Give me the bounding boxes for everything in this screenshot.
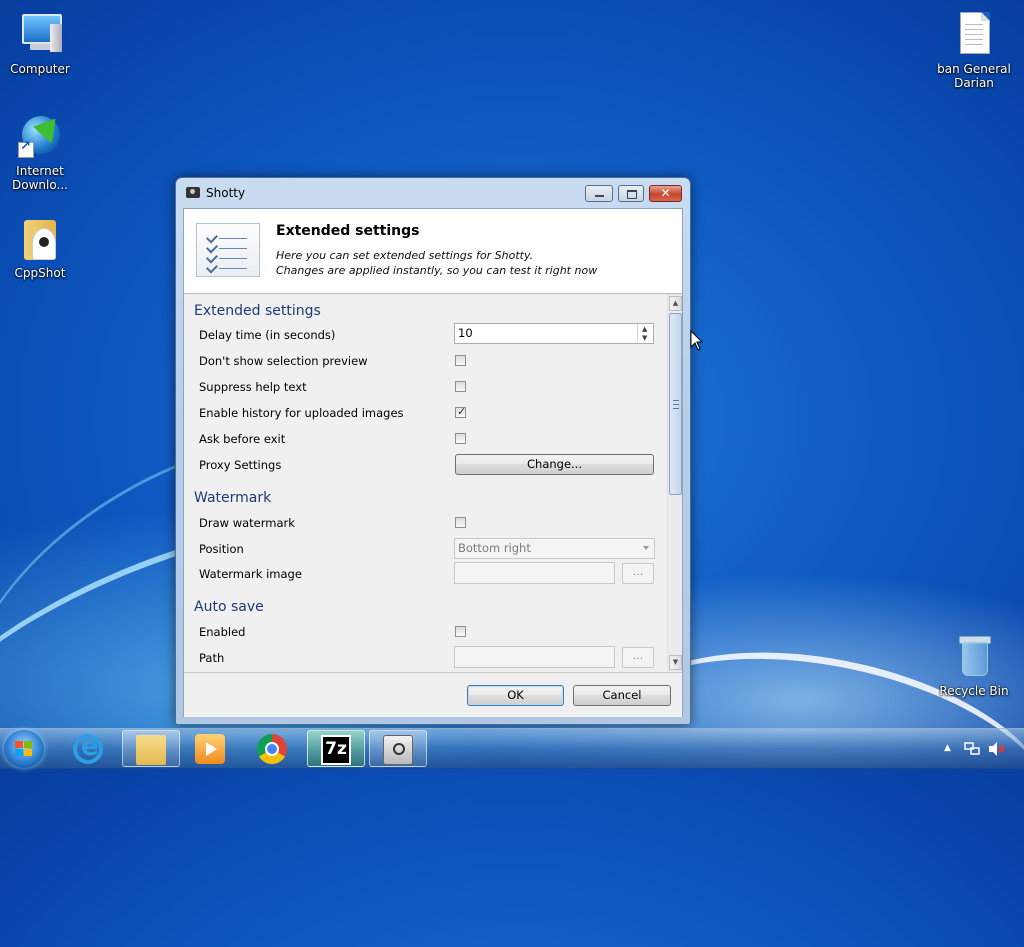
taskbar-item-internet-explorer[interactable] — [60, 730, 118, 767]
scrollbar-thumb[interactable] — [669, 313, 682, 495]
position-dropdown-value: Bottom right — [458, 541, 531, 555]
watermark-image-path-field[interactable] — [454, 562, 615, 584]
window-title: Shotty — [206, 186, 246, 200]
desktop-icon-internet-download-manager[interactable]: Internet Downlo... — [0, 112, 80, 192]
draw-watermark-checkbox[interactable] — [455, 517, 466, 528]
delay-time-label: Delay time (in seconds) — [199, 328, 336, 342]
dialog-header: Extended settings Here you can set exten… — [184, 209, 682, 294]
section-heading-watermark: Watermark — [194, 490, 272, 506]
media-player-icon — [195, 734, 225, 764]
autosave-path-browse-button[interactable]: ... — [622, 647, 654, 668]
dialog-client-area: Extended settings Here you can set exten… — [183, 208, 683, 717]
shotty-window: Shotty ✕ Extended settings Here you can … — [175, 177, 691, 725]
minimize-button[interactable] — [585, 185, 613, 202]
section-heading-extended: Extended settings — [194, 303, 321, 319]
desktop-icon-label: Darian — [954, 76, 994, 90]
internet-explorer-icon — [73, 732, 103, 764]
volume-muted-icon[interactable] — [988, 741, 1006, 757]
taskbar-item-windows-explorer[interactable] — [122, 730, 180, 767]
header-description: Here you can set extended settings for S… — [276, 248, 597, 278]
taskbar-item-shotty[interactable] — [369, 730, 427, 767]
header-description-line: Here you can set extended settings for S… — [276, 249, 534, 262]
autosave-enabled-checkbox[interactable] — [455, 626, 466, 637]
taskbar: 7z ▲ — [0, 728, 1024, 769]
7zip-icon: 7z — [321, 735, 351, 765]
delay-time-value: 10 — [458, 326, 473, 340]
text-file-icon — [950, 10, 998, 58]
network-icon[interactable] — [964, 741, 980, 757]
spinner-arrows[interactable]: ▲ ▼ — [637, 324, 653, 343]
scroll-down-icon[interactable]: ▼ — [669, 655, 682, 670]
desktop-icon-computer[interactable]: Computer — [0, 10, 80, 76]
header-description-line: Changes are applied instantly, so you ca… — [276, 264, 598, 277]
enable-history-label: Enable history for uploaded images — [199, 406, 404, 420]
position-dropdown[interactable]: Bottom right — [454, 538, 655, 559]
suppress-help-checkbox[interactable] — [455, 381, 466, 392]
proxy-change-button[interactable]: Change... — [455, 454, 654, 475]
system-tray: ▲ — [934, 729, 1024, 769]
camera-icon — [186, 187, 200, 198]
autosave-path-label: Path — [199, 651, 225, 665]
scroll-up-icon[interactable]: ▲ — [669, 296, 682, 311]
start-button[interactable] — [4, 730, 44, 768]
close-icon: ✕ — [660, 186, 671, 200]
spin-up-icon[interactable]: ▲ — [642, 325, 647, 333]
draw-watermark-label: Draw watermark — [199, 516, 295, 530]
enable-history-checkbox[interactable] — [455, 405, 466, 418]
desktop-icon-recycle-bin[interactable]: Recycle Bin — [934, 632, 1014, 698]
desktop-icon-label: Recycle Bin — [939, 684, 1009, 698]
ask-before-exit-checkbox[interactable] — [455, 433, 466, 444]
shotty-camera-icon — [383, 735, 413, 765]
recycle-bin-icon — [950, 632, 998, 680]
section-heading-autosave: Auto save — [194, 599, 264, 615]
show-hidden-icons-button[interactable]: ▲ — [944, 743, 951, 753]
cancel-button[interactable]: Cancel — [573, 685, 671, 706]
spin-down-icon[interactable]: ▼ — [642, 334, 647, 342]
desktop-icon-cppshot[interactable]: CppShot — [0, 214, 80, 280]
folder-icon — [16, 214, 64, 262]
desktop-icon-label: ban General — [937, 62, 1011, 76]
desktop-icon-label: Computer — [10, 62, 70, 76]
ok-button[interactable]: OK — [467, 685, 564, 706]
title-bar[interactable]: Shotty ✕ — [176, 178, 690, 208]
desktop-icon-label: Internet Downlo... — [12, 164, 68, 192]
autosave-enabled-label: Enabled — [199, 625, 246, 639]
vertical-scrollbar[interactable]: ▲ ▼ — [667, 294, 682, 672]
close-button[interactable]: ✕ — [649, 185, 682, 202]
windows-logo-icon — [15, 741, 33, 757]
taskbar-item-chrome[interactable] — [244, 730, 302, 767]
internet-download-manager-icon — [16, 112, 64, 160]
chevron-down-icon — [643, 546, 649, 550]
mouse-cursor-icon — [690, 330, 704, 351]
chrome-icon — [257, 734, 287, 764]
taskbar-item-7zip[interactable]: 7z — [307, 730, 365, 767]
desktop-icon-label: CppShot — [14, 266, 66, 280]
maximize-button[interactable] — [618, 185, 644, 202]
watermark-image-browse-button[interactable]: ... — [622, 563, 654, 584]
delay-time-spinner[interactable]: 10 ▲ ▼ — [454, 323, 654, 344]
header-title: Extended settings — [276, 223, 420, 239]
watermark-image-label: Watermark image — [199, 567, 302, 581]
dialog-footer: OK Cancel — [184, 672, 682, 717]
computer-icon — [16, 10, 64, 58]
windows-explorer-icon — [136, 735, 166, 765]
desktop-icon-ban-general-darian[interactable]: ban General Darian — [934, 10, 1014, 90]
checklist-icon — [196, 223, 260, 277]
proxy-settings-label: Proxy Settings — [199, 458, 282, 472]
autosave-path-field[interactable] — [454, 646, 615, 668]
taskbar-item-media-player[interactable] — [182, 730, 240, 767]
ask-before-exit-label: Ask before exit — [199, 432, 286, 446]
no-selection-preview-label: Don't show selection preview — [199, 354, 368, 368]
suppress-help-label: Suppress help text — [199, 380, 307, 394]
settings-scroll-area[interactable]: Extended settings Delay time (in seconds… — [184, 294, 682, 672]
position-label: Position — [199, 542, 244, 556]
no-selection-preview-checkbox[interactable] — [455, 355, 466, 366]
